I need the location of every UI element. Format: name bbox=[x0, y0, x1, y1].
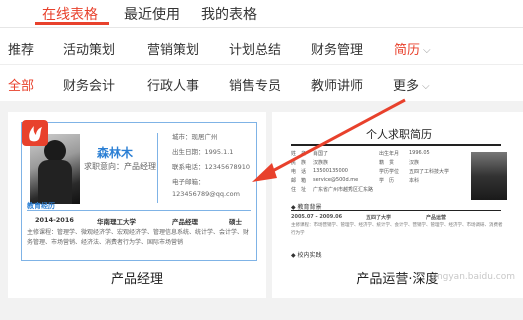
annotation-arrow-icon bbox=[252, 98, 406, 182]
